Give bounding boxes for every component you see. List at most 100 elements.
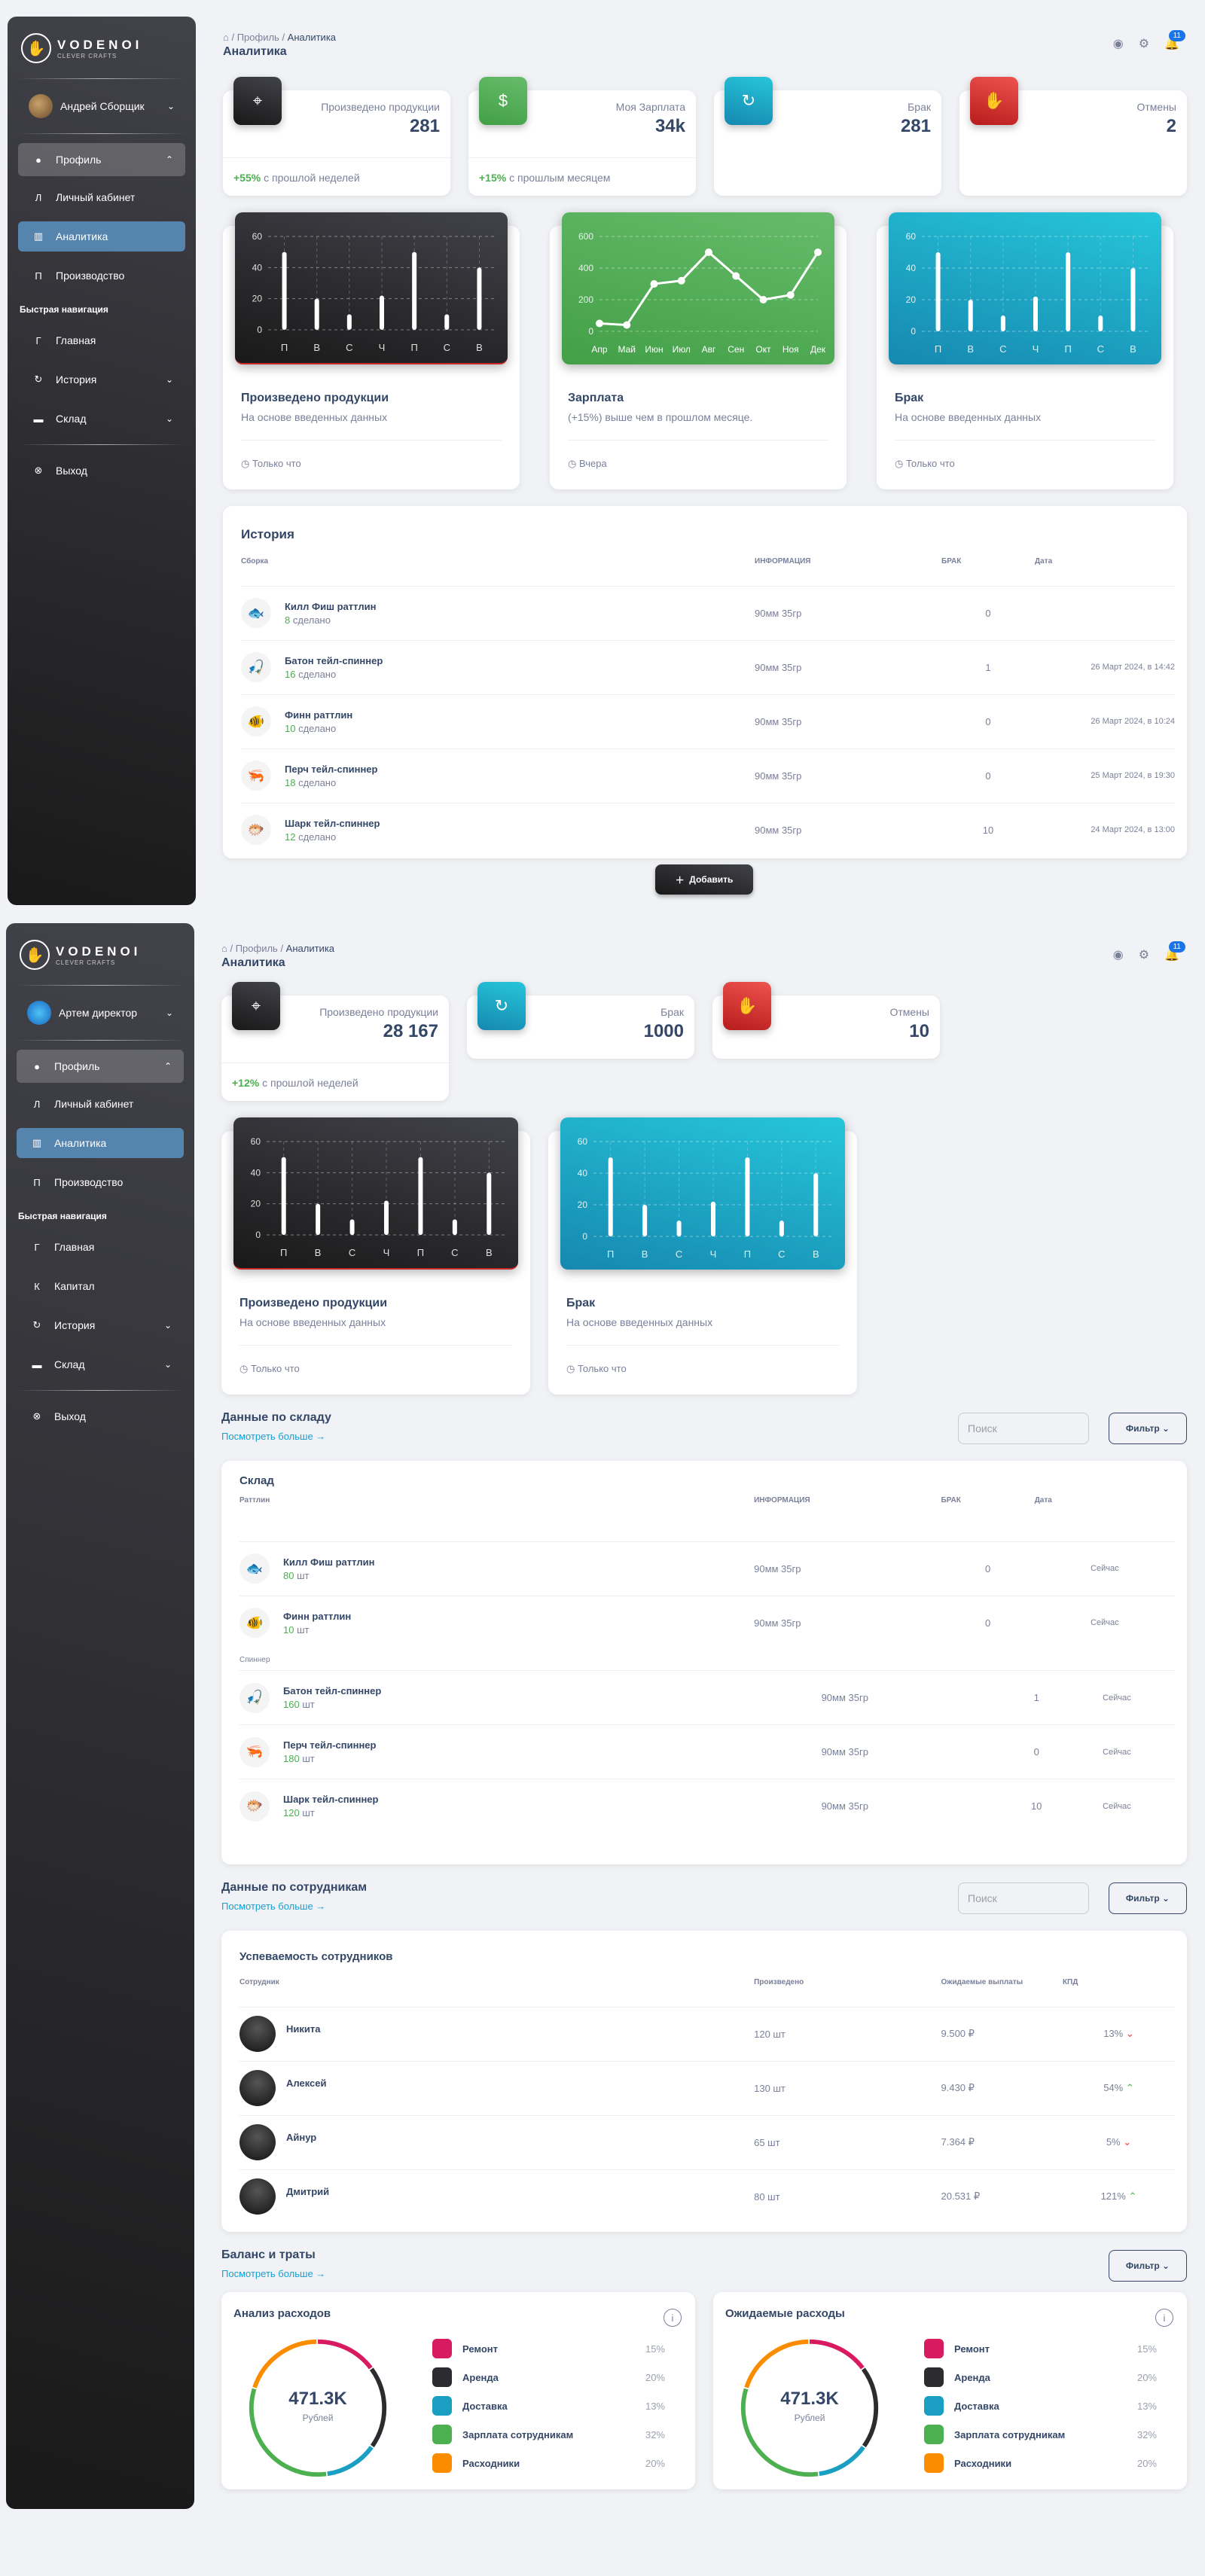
table-row[interactable]: 🐟 Килл Фиш раттлин 8 сделано 90мм 35гр 0 bbox=[241, 585, 1175, 640]
chart-icon: ▥ bbox=[32, 1137, 42, 1148]
sidebar-item-history[interactable]: ↻ История ⌄ bbox=[18, 363, 185, 396]
legend-item: Расходники 20% bbox=[432, 2449, 665, 2477]
account-icon[interactable]: ◉ bbox=[1113, 36, 1124, 51]
sidebar-item-home[interactable]: Г Главная bbox=[17, 1230, 184, 1264]
x-tick-label: С bbox=[349, 1247, 355, 1258]
balance-filter-button[interactable]: Фильтр ⌄ bbox=[1109, 2250, 1187, 2282]
account-icon[interactable]: ◉ bbox=[1113, 947, 1124, 962]
y-tick-label: 200 bbox=[578, 294, 593, 305]
balance-more-link[interactable]: Посмотреть больше → bbox=[221, 2268, 1187, 2279]
hand-icon: ✋ bbox=[723, 982, 771, 1030]
bell-icon[interactable]: 🔔 11 bbox=[1164, 941, 1185, 962]
table-row[interactable]: 🐟 Килл Фиш раттлин 80 шт 90мм 35гр 0 Сейчас bbox=[239, 1541, 1175, 1596]
bar bbox=[477, 267, 482, 330]
sidebar-item-profile[interactable]: ● Профиль ⌃ bbox=[18, 143, 185, 176]
table-row[interactable]: 🎣 Батон тейл-спиннер 160 шт 90мм 35гр 1 Сейча… bbox=[239, 1670, 1175, 1725]
table-row[interactable]: 🎣 Батон тейл-спиннер 16 сделано 90мм 35гр 1 2… bbox=[241, 639, 1175, 694]
y-tick-label: 20 bbox=[252, 294, 263, 304]
sidebar-item-warehouse[interactable]: ▬ Склад ⌄ bbox=[17, 1348, 184, 1381]
table-row[interactable]: 🐡 Шарк тейл-спиннер 120 шт 90мм 35гр 10 Сейча… bbox=[239, 1779, 1175, 1834]
x-tick-label: С bbox=[451, 1247, 458, 1258]
table-row[interactable]: 🐠 Финн раттлин 10 сделано 90мм 35гр 0 26 Март… bbox=[241, 694, 1175, 748]
user-menu[interactable]: Артем директор ⌄ bbox=[17, 995, 184, 1031]
table-row[interactable]: 🦐 Перч тейл-спиннер 180 шт 90мм 35гр 0 Сейчас bbox=[239, 1724, 1175, 1779]
breadcrumb-profile[interactable]: Профиль bbox=[237, 32, 279, 43]
sidebar-item-production[interactable]: П Производство bbox=[17, 1167, 184, 1197]
info-icon[interactable]: i bbox=[664, 2309, 682, 2327]
avatar bbox=[29, 94, 53, 118]
sidebar-item-analytics[interactable]: ▥ Аналитика bbox=[17, 1128, 184, 1158]
x-tick-label: С bbox=[1097, 343, 1104, 355]
chart-icon: ▥ bbox=[33, 230, 44, 242]
logout-icon: ⊗ bbox=[34, 465, 43, 476]
warehouse-card: Склад Раттлин ИНФОРМАЦИЯ БРАК Дата 🐟 Килл… bbox=[221, 1461, 1187, 1864]
lure-image-icon: 🎣 bbox=[241, 652, 271, 682]
sidebar-item-production[interactable]: П Производство bbox=[18, 261, 185, 291]
produced-bar-chart: 0 20 40 60 П В С Ч П С В bbox=[251, 1136, 506, 1258]
y-tick-label: 40 bbox=[251, 1167, 261, 1178]
sidebar-item-history[interactable]: ↻ История ⌄ bbox=[17, 1309, 184, 1342]
y-tick-label: 60 bbox=[252, 231, 263, 242]
gear-icon[interactable]: ⚙ bbox=[1139, 947, 1149, 962]
add-button[interactable]: ＋ Добавить bbox=[655, 864, 753, 895]
sidebar-item-cabinet[interactable]: Л Личный кабинет bbox=[17, 1089, 184, 1119]
x-tick-label: В bbox=[313, 342, 320, 353]
y-tick-label: 60 bbox=[251, 1136, 261, 1147]
data-point bbox=[650, 280, 658, 288]
table-row[interactable]: 🦐 Перч тейл-спиннер 18 сделано 90мм 35гр 0 25… bbox=[241, 748, 1175, 803]
sidebar-item-profile[interactable]: ● Профиль ⌃ bbox=[17, 1050, 184, 1083]
employees-card: Успеваемость сотрудников Сотрудник Произ… bbox=[221, 1931, 1187, 2232]
data-point bbox=[705, 248, 712, 256]
page-title: Аналитика bbox=[221, 956, 285, 969]
table-row[interactable]: Алексей 130 шт 9.430 ₽54% ⌃ bbox=[239, 2060, 1175, 2115]
table-row[interactable]: Айнур 65 шт 7.364 ₽5% ⌄ bbox=[239, 2114, 1175, 2169]
stat-card-salary: $ Моя Зарплата 34k +15% с прошлым месяце… bbox=[468, 77, 696, 196]
x-tick-label: Авг bbox=[702, 344, 716, 355]
user-name: Андрей Сборщик bbox=[60, 100, 145, 112]
product-name: Финн раттлин bbox=[285, 709, 353, 721]
legend-item: Аренда 20% bbox=[432, 2363, 665, 2392]
employees-table: Сотрудник Произведено Ожидаемые выплаты … bbox=[239, 1974, 1175, 2224]
sidebar-item-warehouse[interactable]: ▬ Склад ⌄ bbox=[18, 402, 185, 435]
data-point bbox=[732, 272, 740, 280]
legend-item: Ремонт 15% bbox=[432, 2334, 665, 2363]
bell-icon[interactable]: 🔔 11 bbox=[1164, 30, 1185, 51]
employees-filter-button[interactable]: Фильтр ⌄ bbox=[1109, 1882, 1187, 1914]
scan-icon: ⌖ bbox=[232, 982, 280, 1030]
arrow-down-icon: ⌄ bbox=[1125, 2028, 1134, 2039]
user-menu[interactable]: Андрей Сборщик ⌄ bbox=[18, 88, 185, 124]
chevron-up-icon: ⌃ bbox=[163, 1061, 172, 1072]
donut-slice bbox=[809, 2339, 865, 2370]
brand[interactable]: ✋ VODENOI CLEVER CRAFTS bbox=[18, 27, 185, 69]
sidebar-item-logout[interactable]: ⊗ Выход bbox=[18, 454, 185, 487]
screen-assembler: ✋ VODENOI CLEVER CRAFTS Андрей Сборщик ⌄… bbox=[0, 0, 1205, 911]
arrow-down-icon: ⌄ bbox=[1123, 2136, 1132, 2148]
info-icon[interactable]: i bbox=[1155, 2309, 1173, 2327]
home-icon[interactable]: ⌂ bbox=[221, 943, 227, 954]
employees-search-input[interactable]: Поиск bbox=[958, 1882, 1089, 1914]
bar bbox=[1033, 296, 1038, 331]
warehouse-filter-button[interactable]: Фильтр ⌄ bbox=[1109, 1413, 1187, 1444]
sidebar-item-capital[interactable]: К Капитал bbox=[17, 1270, 184, 1303]
x-tick-label: П bbox=[1064, 343, 1071, 355]
refresh-icon: ↻ bbox=[725, 77, 773, 125]
logout-icon: ⊗ bbox=[32, 1410, 41, 1422]
table-row[interactable]: Никита 120 шт 9.500 ₽13% ⌄ bbox=[239, 2006, 1175, 2061]
sidebar-item-cabinet[interactable]: Л Личный кабинет bbox=[18, 182, 185, 212]
lure-image-icon: 🎣 bbox=[239, 1682, 270, 1713]
quick-nav-heading: Быстрая навигация bbox=[20, 304, 108, 315]
table-row[interactable]: 🐠 Финн раттлин 10 шт 90мм 35гр 0 Сейчас bbox=[239, 1595, 1175, 1650]
product-name: Перч тейл-спиннер bbox=[285, 763, 378, 775]
warehouse-search-input[interactable]: Поиск bbox=[958, 1413, 1089, 1444]
brand[interactable]: ✋ VODENOI CLEVER CRAFTS bbox=[17, 934, 184, 976]
table-row[interactable]: Дмитрий 80 шт 20.531 ₽121% ⌃ bbox=[239, 2169, 1175, 2224]
sidebar-item-analytics[interactable]: ▥ Аналитика bbox=[18, 221, 185, 252]
x-tick-label: П bbox=[935, 343, 941, 355]
bar bbox=[314, 298, 319, 330]
home-icon[interactable]: ⌂ bbox=[223, 32, 229, 43]
sidebar-item-home[interactable]: Г Главная bbox=[18, 324, 185, 357]
gear-icon[interactable]: ⚙ bbox=[1139, 36, 1149, 51]
table-row[interactable]: 🐡 Шарк тейл-спиннер 12 сделано 90мм 35гр 10 2… bbox=[241, 802, 1175, 857]
sidebar-item-logout[interactable]: ⊗ Выход bbox=[17, 1400, 184, 1433]
x-tick-label: В bbox=[486, 1247, 493, 1258]
